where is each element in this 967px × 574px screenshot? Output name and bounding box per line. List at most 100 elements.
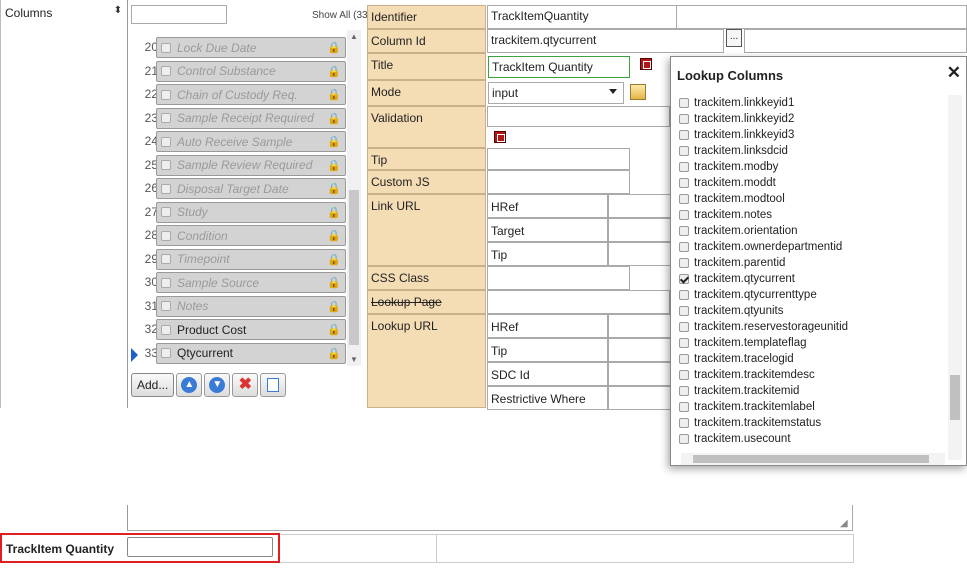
lookup-column-checkbox[interactable] xyxy=(679,306,689,316)
validation-field[interactable] xyxy=(487,106,670,127)
lock-icon[interactable]: 🔒 xyxy=(327,323,341,336)
column-id-field[interactable]: trackitem.qtycurrent xyxy=(487,29,724,53)
lookup-column-checkbox[interactable] xyxy=(679,210,689,220)
lookup-column-checkbox[interactable] xyxy=(679,114,689,124)
row-checkbox[interactable] xyxy=(161,89,171,100)
lookup-column-checkbox[interactable] xyxy=(679,242,689,252)
column-list-scrollbar[interactable]: ▲ ▼ xyxy=(347,30,361,366)
lookup-column-checkbox[interactable] xyxy=(679,290,689,300)
lookup-column-checkbox[interactable] xyxy=(679,146,689,156)
lookup-column-item[interactable]: trackitem.ownerdepartmentid xyxy=(679,239,949,255)
row-checkbox[interactable] xyxy=(161,183,171,194)
lookup-column-item[interactable]: trackitem.qtyunits xyxy=(679,303,949,319)
lookup-where-field[interactable] xyxy=(608,386,674,410)
mode-options-icon[interactable] xyxy=(630,84,646,100)
lock-icon[interactable]: 🔒 xyxy=(327,300,341,313)
lock-icon[interactable]: 🔒 xyxy=(327,276,341,289)
row-checkbox[interactable] xyxy=(161,348,171,358)
column-row[interactable]: Disposal Target Date 🔒 xyxy=(156,178,346,199)
lock-icon[interactable]: 🔒 xyxy=(327,182,341,195)
collapse-icon[interactable]: ⬍ xyxy=(112,5,124,17)
identifier-field[interactable]: TrackItemQuantity xyxy=(487,5,677,29)
row-checkbox[interactable] xyxy=(161,301,171,311)
lookup-column-item[interactable]: trackitem.templateflag xyxy=(679,335,949,351)
lookup-column-checkbox[interactable] xyxy=(679,226,689,236)
scroll-thumb[interactable] xyxy=(950,375,960,420)
row-checkbox[interactable] xyxy=(161,66,171,76)
lookup-vertical-scrollbar[interactable] xyxy=(948,95,962,460)
column-filter-input[interactable] xyxy=(131,5,227,24)
lookup-column-item[interactable]: trackitem.linksdcid xyxy=(679,143,949,159)
lookup-column-item[interactable]: trackitem.qtycurrent xyxy=(679,271,949,287)
row-checkbox[interactable] xyxy=(161,230,171,241)
lookup-column-checkbox[interactable] xyxy=(679,418,689,428)
move-down-button[interactable]: ▼ xyxy=(204,373,231,397)
scroll-down-icon[interactable]: ▼ xyxy=(347,355,361,364)
row-checkbox[interactable] xyxy=(161,136,171,147)
lookup-href-field[interactable] xyxy=(608,314,674,338)
add-column-button[interactable]: Add... xyxy=(131,373,175,397)
lookup-column-checkbox[interactable] xyxy=(679,354,689,364)
lock-icon[interactable]: 🔒 xyxy=(327,41,341,54)
lookup-column-item[interactable]: trackitem.linkkeyid2 xyxy=(679,111,949,127)
lock-icon[interactable]: 🔒 xyxy=(327,88,341,101)
column-row[interactable]: Control Substance 🔒 xyxy=(156,60,346,82)
translate-icon[interactable] xyxy=(640,58,652,70)
link-href-field[interactable] xyxy=(608,194,674,218)
lock-icon[interactable]: 🔒 xyxy=(327,206,341,219)
lock-icon[interactable]: 🔒 xyxy=(327,135,341,148)
lookup-column-item[interactable]: trackitem.notes xyxy=(679,207,949,223)
lookup-column-item[interactable]: trackitem.trackitemdesc xyxy=(679,367,949,383)
column-row[interactable]: Chain of Custody Req. 🔒 xyxy=(156,84,346,105)
delete-button[interactable]: ✖ xyxy=(232,373,259,397)
column-row[interactable]: Timepoint 🔒 xyxy=(156,248,346,270)
lookup-column-item[interactable]: trackitem.linkkeyid1 xyxy=(679,95,949,111)
lookup-column-checkbox[interactable] xyxy=(679,274,689,284)
lock-icon[interactable]: 🔒 xyxy=(327,347,341,360)
lookup-column-item[interactable]: trackitem.qtycurrenttype xyxy=(679,287,949,303)
css-class-field[interactable] xyxy=(487,266,630,290)
lookup-column-item[interactable]: trackitem.trackitemid xyxy=(679,383,949,399)
column-row[interactable]: Sample Review Required 🔒 xyxy=(156,154,346,176)
lookup-column-checkbox[interactable] xyxy=(679,402,689,412)
lock-icon[interactable]: 🔒 xyxy=(327,253,341,266)
mode-select[interactable]: input xyxy=(488,82,624,104)
lookup-column-item[interactable]: trackitem.trackitemlabel xyxy=(679,399,949,415)
column-row[interactable]: Sample Receipt Required 🔒 xyxy=(156,107,346,129)
column-row[interactable]: Sample Source 🔒 xyxy=(156,272,346,293)
scroll-thumb[interactable] xyxy=(349,190,359,345)
column-row[interactable]: Condition 🔒 xyxy=(156,225,346,246)
link-tip-field[interactable] xyxy=(608,242,674,266)
lookup-column-item[interactable]: trackitem.trackitemstatus xyxy=(679,415,949,431)
lock-icon[interactable]: 🔒 xyxy=(327,112,341,125)
lookup-column-item[interactable]: trackitem.modtool xyxy=(679,191,949,207)
textarea-bottom[interactable] xyxy=(127,505,853,531)
lookup-column-item[interactable]: trackitem.tracelogid xyxy=(679,351,949,367)
lookup-horizontal-scrollbar[interactable] xyxy=(681,453,945,465)
title-field[interactable]: TrackItem Quantity xyxy=(488,56,630,78)
column-row[interactable]: Lock Due Date 🔒 xyxy=(156,37,346,58)
row-checkbox[interactable] xyxy=(161,277,171,288)
lookup-column-item[interactable]: trackitem.usecount xyxy=(679,431,949,447)
lookup-column-checkbox[interactable] xyxy=(679,338,689,348)
trackitem-quantity-input[interactable] xyxy=(127,537,273,557)
row-checkbox[interactable] xyxy=(161,160,171,170)
lock-icon[interactable]: 🔒 xyxy=(327,229,341,242)
scroll-thumb[interactable] xyxy=(693,455,929,463)
lock-icon[interactable]: 🔒 xyxy=(327,159,341,172)
lookup-column-checkbox[interactable] xyxy=(679,386,689,396)
lookup-column-checkbox[interactable] xyxy=(679,162,689,172)
link-target-field[interactable] xyxy=(608,218,674,242)
resize-grip-icon[interactable]: ◢ xyxy=(840,518,848,529)
row-checkbox[interactable] xyxy=(161,207,171,217)
custom-js-field[interactable] xyxy=(487,170,630,194)
lookup-column-checkbox[interactable] xyxy=(679,98,689,108)
row-checkbox[interactable] xyxy=(161,42,171,53)
lookup-column-item[interactable]: trackitem.linkkeyid3 xyxy=(679,127,949,143)
lookup-column-checkbox[interactable] xyxy=(679,130,689,140)
lookup-sdc-field[interactable] xyxy=(608,362,674,386)
lookup-column-item[interactable]: trackitem.reservestorageunitid xyxy=(679,319,949,335)
column-id-browse-button[interactable]: ... xyxy=(726,29,742,47)
close-icon[interactable]: ✕ xyxy=(947,63,961,83)
show-all-link[interactable]: Show All (33) xyxy=(312,10,371,21)
